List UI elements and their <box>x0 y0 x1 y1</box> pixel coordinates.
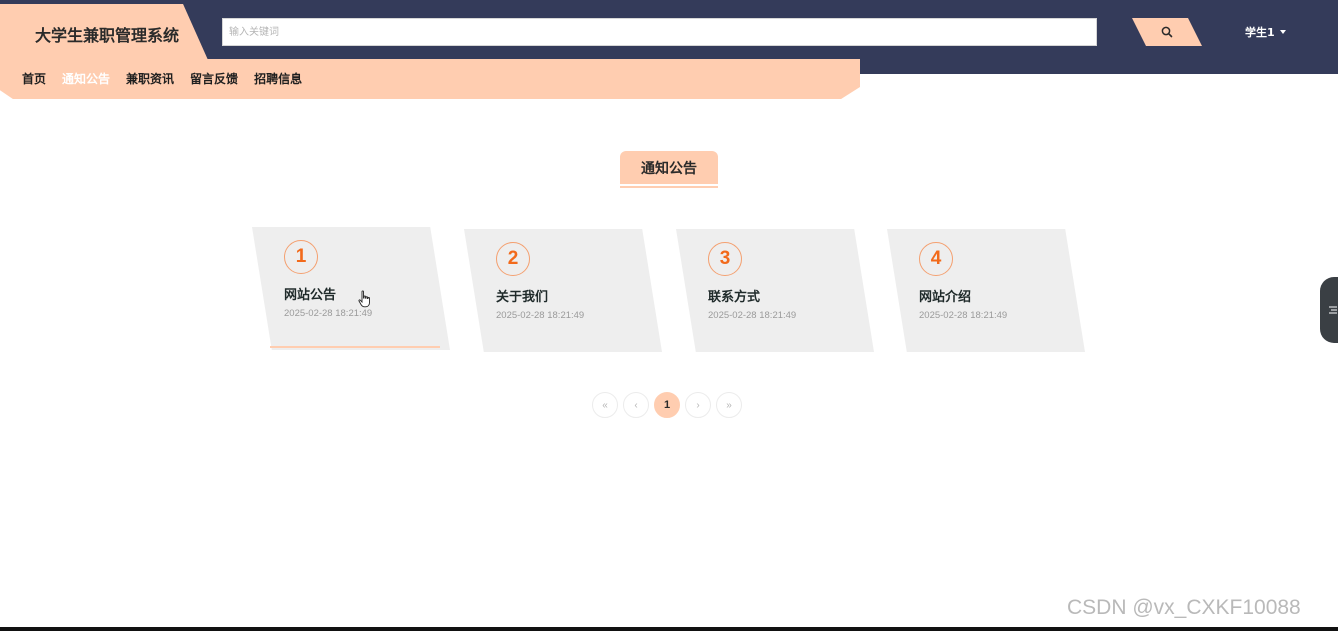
card-time: 2025-02-28 18:21:49 <box>919 310 1008 321</box>
main-nav: 首页 通知公告 兼职资讯 留言反馈 招聘信息 <box>22 70 302 86</box>
card-number: 3 <box>708 242 742 276</box>
card-time: 2025-02-28 18:21:49 <box>284 308 373 319</box>
notice-card[interactable]: 4 网站介绍 2025-02-28 18:21:49 <box>887 229 1085 352</box>
notice-card[interactable]: 3 联系方式 2025-02-28 18:21:49 <box>676 229 874 352</box>
app-title: 大学生兼职管理系统 <box>35 26 180 45</box>
menu-icon <box>1329 306 1337 314</box>
card-title: 联系方式 <box>708 290 761 305</box>
card-title: 关于我们 <box>496 290 549 305</box>
watermark: CSDN @vx_CXKF10088 <box>1067 596 1301 619</box>
search-icon <box>1161 26 1173 38</box>
bottom-edge <box>0 627 1338 631</box>
nav-item-jobs-news[interactable]: 兼职资讯 <box>126 70 174 86</box>
side-panel-toggle[interactable] <box>1320 277 1338 343</box>
last-page-button[interactable]: » <box>716 392 742 418</box>
nav-item-feedback[interactable]: 留言反馈 <box>190 70 238 86</box>
search-input[interactable] <box>222 18 1097 46</box>
section-title: 通知公告 <box>620 151 718 184</box>
notice-card[interactable]: 2 关于我们 2025-02-28 18:21:49 <box>464 229 662 352</box>
card-number: 2 <box>496 242 530 276</box>
section-heading: 通知公告 <box>620 151 718 188</box>
caret-down-icon <box>1279 30 1286 34</box>
card-background <box>464 229 662 352</box>
next-page-button[interactable]: › <box>685 392 711 418</box>
nav-item-recruitment[interactable]: 招聘信息 <box>254 70 302 86</box>
card-background <box>676 229 874 352</box>
user-name: 学生1 <box>1245 26 1275 39</box>
card-number: 1 <box>284 240 318 274</box>
card-number: 4 <box>919 242 953 276</box>
card-time: 2025-02-28 18:21:49 <box>496 310 585 321</box>
nav-item-home[interactable]: 首页 <box>22 70 46 86</box>
page: 大学生兼职管理系统 学生1 首页 通知公告 兼职资讯 留言反馈 招聘信息 通知公… <box>0 0 1338 631</box>
section-underline <box>620 186 718 188</box>
user-menu[interactable]: 学生1 <box>1245 25 1286 39</box>
card-background <box>887 229 1085 352</box>
hand-pointer-icon <box>358 290 370 308</box>
notice-card[interactable]: 1 网站公告 2025-02-28 18:21:49 <box>252 227 450 350</box>
prev-page-button[interactable]: ‹ <box>623 392 649 418</box>
card-time: 2025-02-28 18:21:49 <box>708 310 797 321</box>
first-page-button[interactable]: « <box>592 392 618 418</box>
nav-item-notices[interactable]: 通知公告 <box>62 70 110 86</box>
card-title: 网站公告 <box>284 288 337 303</box>
card-underline <box>270 346 440 348</box>
card-title: 网站介绍 <box>919 290 972 305</box>
pagination: « ‹ 1 › » <box>592 392 742 418</box>
card-background <box>252 227 450 350</box>
current-page-button[interactable]: 1 <box>654 392 680 418</box>
